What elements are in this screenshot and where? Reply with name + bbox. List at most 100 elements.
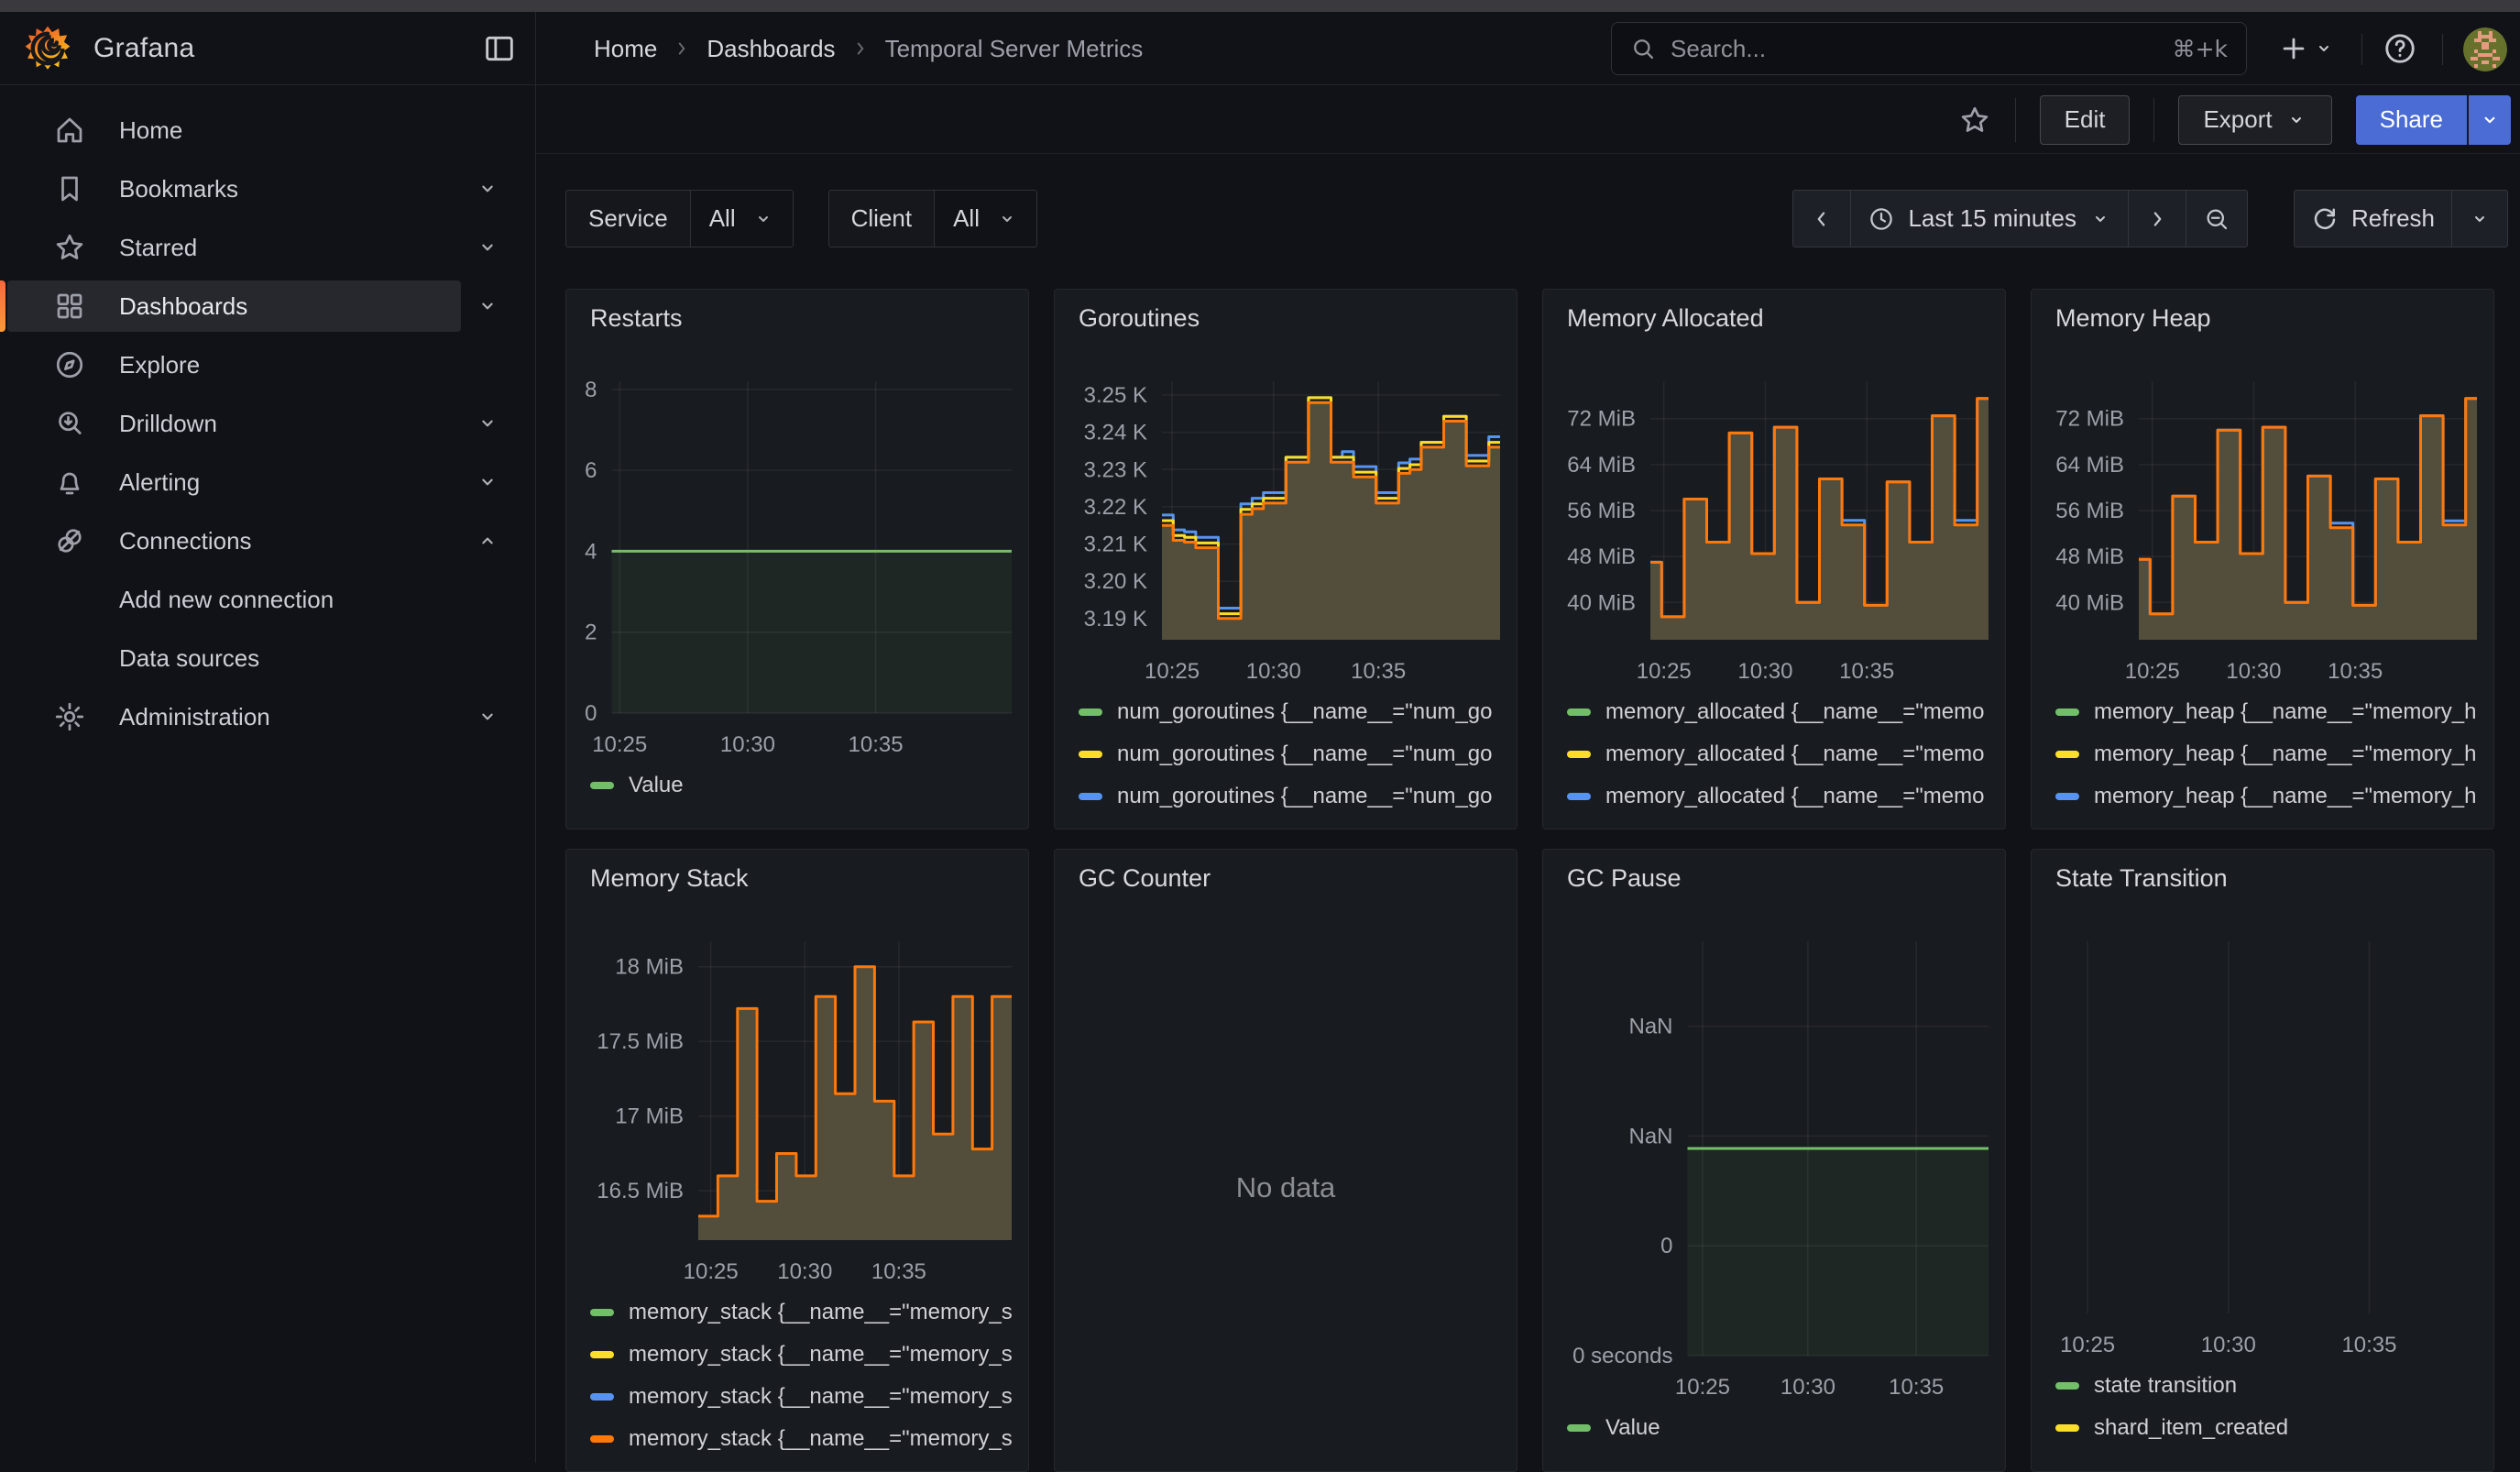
svg-text:10:25: 10:25: [592, 732, 647, 757]
legend-item[interactable]: memory_allocated {__name__="memo: [1567, 818, 2005, 829]
legend-label: num_goroutines {__name__="num_go: [1117, 784, 1493, 809]
panel-title[interactable]: Memory Allocated: [1543, 290, 2005, 345]
sidebar-border: [535, 12, 536, 1463]
panel-title[interactable]: State Transition: [2032, 850, 2493, 905]
panel-title[interactable]: Restarts: [566, 290, 1028, 345]
series-color-dash: [1567, 751, 1591, 758]
svg-text:0: 0: [585, 701, 597, 726]
panel-mem-stack: Memory Stack16.5 MiB17 MiB17.5 MiB18 MiB…: [565, 849, 1029, 1472]
svg-text:72 MiB: 72 MiB: [1567, 407, 1636, 432]
legend-label: num_goroutines {__name__="num_go: [1117, 826, 1493, 829]
series-color-dash: [590, 782, 614, 789]
svg-text:10:25: 10:25: [1145, 659, 1200, 684]
legend-item[interactable]: num_goroutines {__name__="num_go: [1079, 691, 1517, 733]
legend-item[interactable]: state transition: [2055, 1365, 2493, 1407]
panel-state-transition: State Transition10:2510:3010:35state tra…: [2031, 849, 2494, 1472]
legend-item[interactable]: memory_allocated {__name__="memo: [1567, 691, 2005, 733]
legend-item[interactable]: memory_stack {__name__="memory_s: [590, 1418, 1028, 1460]
series-color-dash: [590, 1435, 614, 1443]
legend-item[interactable]: num_goroutines {__name__="num_go: [1079, 733, 1517, 775]
legend-item[interactable]: shard_item_created: [2055, 1407, 2493, 1449]
legend-item[interactable]: memory_heap {__name__="memory_h: [2055, 691, 2493, 733]
legend-label: memory_heap {__name__="memory_h: [2094, 699, 2476, 725]
series-color-dash: [590, 1393, 614, 1401]
sidebar-item-label: Connections: [119, 527, 252, 555]
svg-text:10:35: 10:35: [849, 732, 904, 757]
chart-mem-heap[interactable]: 40 MiB48 MiB56 MiB64 MiB72 MiB10:2510:30…: [2032, 345, 2486, 691]
svg-text:56 MiB: 56 MiB: [2055, 499, 2124, 523]
legend-item[interactable]: num_goroutines {__name__="num_go: [1079, 775, 1517, 818]
panel-title[interactable]: GC Counter: [1055, 850, 1517, 905]
legend-label: memory_stack {__name__="memory_s: [629, 1426, 1013, 1452]
sidebar-item-label: Data sources: [119, 644, 259, 673]
legend: memory_allocated {__name__="memo memory_a…: [1543, 691, 2005, 829]
legend-item[interactable]: memory_allocated {__name__="memo: [1567, 775, 2005, 818]
svg-text:56 MiB: 56 MiB: [1567, 499, 1636, 523]
series-color-dash: [1079, 709, 1102, 716]
svg-text:0: 0: [1660, 1234, 1672, 1258]
svg-text:48 MiB: 48 MiB: [1567, 544, 1636, 569]
legend-item[interactable]: memory_stack {__name__="memory_s: [590, 1376, 1028, 1418]
legend-item[interactable]: memory_stack {__name__="memory_s: [590, 1291, 1028, 1334]
series-color-dash: [1567, 709, 1591, 716]
chart-gc-pause[interactable]: 0 seconds0NaNNaN10:2510:3010:35: [1543, 905, 1998, 1407]
svg-text:72 MiB: 72 MiB: [2055, 407, 2124, 432]
legend-label: memory_stack {__name__="memory_s: [629, 1300, 1013, 1325]
sidebar-item-label: Starred: [119, 234, 197, 262]
svg-text:3.19 K: 3.19 K: [1084, 607, 1147, 632]
legend: memory_stack {__name__="memory_s memory_s…: [566, 1291, 1028, 1471]
svg-text:10:35: 10:35: [1889, 1375, 1944, 1400]
legend-label: shard_item_created: [2094, 1415, 2288, 1441]
no-data-message: No data: [1055, 905, 1517, 1471]
svg-text:10:30: 10:30: [1246, 659, 1301, 684]
svg-text:3.23 K: 3.23 K: [1084, 457, 1147, 482]
panel-title[interactable]: Goroutines: [1055, 290, 1517, 345]
series-color-dash: [2055, 751, 2079, 758]
legend-item[interactable]: Value: [1567, 1407, 2005, 1449]
legend: memory_heap {__name__="memory_hmemory_he…: [2032, 691, 2493, 829]
svg-text:NaN: NaN: [1628, 1015, 1672, 1039]
svg-text:3.22 K: 3.22 K: [1084, 495, 1147, 520]
sidebar-item-label: Explore: [119, 351, 200, 379]
svg-text:48 MiB: 48 MiB: [2055, 544, 2124, 569]
svg-text:2: 2: [585, 621, 597, 645]
svg-text:10:30: 10:30: [777, 1259, 832, 1284]
svg-text:10:30: 10:30: [1780, 1375, 1835, 1400]
legend-label: memory_stack {__name__="memory_s: [629, 1384, 1013, 1410]
svg-text:40 MiB: 40 MiB: [2055, 590, 2124, 615]
sidebar-item-label: Alerting: [119, 468, 200, 497]
chart-restarts[interactable]: 0246810:2510:3010:35: [566, 345, 1021, 764]
svg-text:17 MiB: 17 MiB: [615, 1104, 684, 1129]
svg-text:10:25: 10:25: [2060, 1333, 2115, 1357]
legend-item[interactable]: memory_heap {__name__="memory_h: [2055, 733, 2493, 775]
legend-label: num_goroutines {__name__="num_go: [1117, 699, 1493, 725]
panel-title[interactable]: GC Pause: [1543, 850, 2005, 905]
svg-text:10:35: 10:35: [1351, 659, 1406, 684]
legend-item[interactable]: Value: [590, 764, 1028, 807]
legend-item[interactable]: memory_heap {__name__="memory_h: [2055, 775, 2493, 818]
series-color-dash: [2055, 793, 2079, 800]
panel-title[interactable]: Memory Stack: [566, 850, 1028, 905]
legend-label: memory_allocated {__name__="memo: [1605, 826, 1984, 829]
svg-text:NaN: NaN: [1628, 1124, 1672, 1148]
legend-item[interactable]: memory_allocated {__name__="memo: [1567, 733, 2005, 775]
chart-state-transition[interactable]: 10:2510:3010:35: [2032, 905, 2486, 1365]
legend-item[interactable]: memory_stack {__name__="memory_s: [590, 1334, 1028, 1376]
svg-text:18 MiB: 18 MiB: [615, 955, 684, 980]
series-color-dash: [2055, 1382, 2079, 1390]
series-color-dash: [590, 1309, 614, 1316]
panel-title[interactable]: Memory Heap: [2032, 290, 2493, 345]
chart-mem-stack[interactable]: 16.5 MiB17 MiB17.5 MiB18 MiB10:2510:3010…: [566, 905, 1021, 1291]
legend-item[interactable]: memory_heap {__name__="memory_h: [2055, 818, 2493, 829]
svg-text:10:35: 10:35: [2328, 659, 2383, 684]
panel-goroutines: Goroutines3.19 K3.20 K3.21 K3.22 K3.23 K…: [1054, 289, 1517, 829]
series-color-dash: [1567, 793, 1591, 800]
chart-mem-alloc[interactable]: 40 MiB48 MiB56 MiB64 MiB72 MiB10:2510:30…: [1543, 345, 1998, 691]
chart-goroutines[interactable]: 3.19 K3.20 K3.21 K3.22 K3.23 K3.24 K3.25…: [1055, 345, 1509, 691]
panel-grid: Restarts0246810:2510:3010:35ValueGorouti…: [0, 0, 2520, 1463]
legend-label: memory_allocated {__name__="memo: [1605, 741, 1984, 767]
svg-text:10:25: 10:25: [1637, 659, 1692, 684]
legend-item[interactable]: num_goroutines {__name__="num_go: [1079, 818, 1517, 829]
legend-label: Value: [629, 773, 684, 798]
svg-text:10:25: 10:25: [2125, 659, 2180, 684]
